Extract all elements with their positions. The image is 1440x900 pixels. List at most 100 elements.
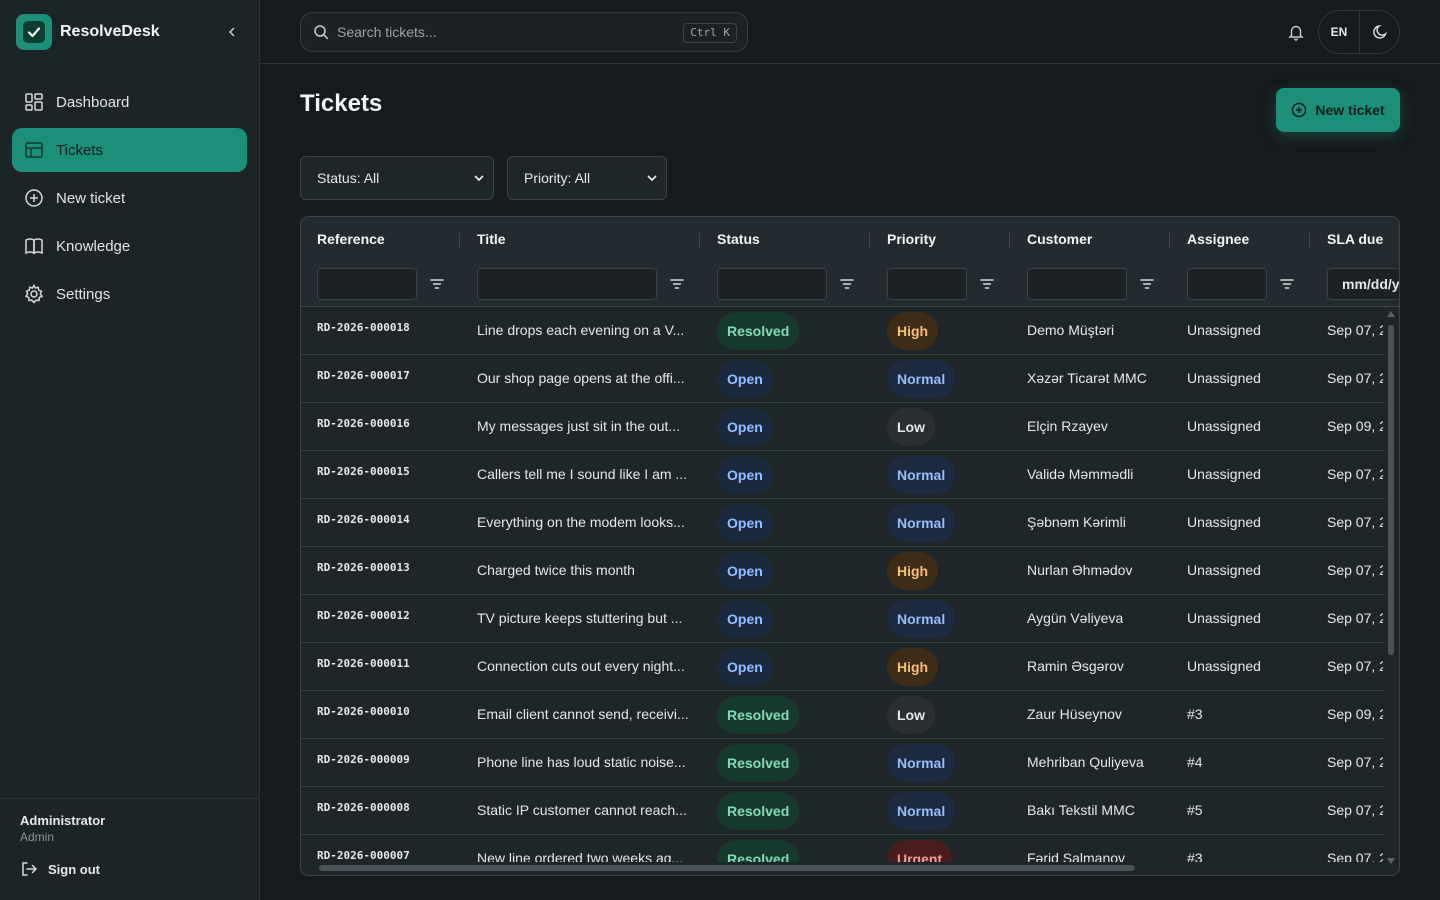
sidebar-item-dashboard[interactable]: Dashboard bbox=[12, 80, 247, 124]
table-row[interactable]: RD-2026-000007 New line ordered two weeks… bbox=[301, 835, 1385, 862]
ticket-title[interactable]: Everything on the modem looks... bbox=[477, 514, 685, 530]
column-header-assignee[interactable]: Assignee bbox=[1187, 231, 1249, 247]
filter-icon[interactable] bbox=[429, 277, 445, 291]
filter-icon[interactable] bbox=[1139, 277, 1155, 291]
column-resizer[interactable] bbox=[869, 233, 870, 249]
table-header: Reference Title Status Priority Customer… bbox=[301, 217, 1399, 307]
column-resizer[interactable] bbox=[1009, 233, 1010, 249]
column-header-customer[interactable]: Customer bbox=[1027, 231, 1092, 247]
filter-icon[interactable] bbox=[1279, 277, 1295, 291]
sidebar-item-knowledge[interactable]: Knowledge bbox=[12, 224, 247, 268]
customer-filter-input[interactable] bbox=[1027, 268, 1127, 300]
ticket-customer: Validə Məmmədli bbox=[1027, 466, 1134, 482]
filter-icon[interactable] bbox=[669, 277, 685, 291]
column-header-reference[interactable]: Reference bbox=[317, 231, 385, 247]
filter-icon[interactable] bbox=[979, 277, 995, 291]
topbar: Ctrl K EN bbox=[260, 0, 1440, 64]
ticket-assignee: Unassigned bbox=[1187, 562, 1261, 578]
ticket-assignee: Unassigned bbox=[1187, 322, 1261, 338]
title-filter-input[interactable] bbox=[477, 268, 657, 300]
theme-toggle-button[interactable] bbox=[1359, 11, 1399, 53]
assignee-filter-input[interactable] bbox=[1187, 268, 1267, 300]
status-badge: Resolved bbox=[717, 312, 800, 350]
search-box[interactable]: Ctrl K bbox=[300, 12, 748, 52]
ticket-reference[interactable]: RD-2026-000012 bbox=[317, 609, 410, 622]
horizontal-scrollbar[interactable] bbox=[301, 861, 1385, 875]
ticket-reference[interactable]: RD-2026-000010 bbox=[317, 705, 410, 718]
ticket-sla-due: Sep 07, 2026 bbox=[1327, 610, 1383, 626]
reference-filter-input[interactable] bbox=[317, 268, 417, 300]
ticket-title[interactable]: My messages just sit in the out... bbox=[477, 418, 680, 434]
table-row[interactable]: RD-2026-000014 Everything on the modem lo… bbox=[301, 499, 1385, 547]
column-header-priority[interactable]: Priority bbox=[887, 231, 936, 247]
sidebar-item-settings[interactable]: Settings bbox=[12, 272, 247, 316]
ticket-reference[interactable]: RD-2026-000014 bbox=[317, 513, 410, 526]
sign-out-button[interactable]: Sign out bbox=[20, 860, 239, 878]
ticket-reference[interactable]: RD-2026-000013 bbox=[317, 561, 410, 574]
ticket-reference[interactable]: RD-2026-000016 bbox=[317, 417, 410, 430]
ticket-reference[interactable]: RD-2026-000018 bbox=[317, 321, 410, 334]
ticket-title[interactable]: Callers tell me I sound like I am ... bbox=[477, 466, 687, 482]
bell-icon bbox=[1288, 25, 1304, 41]
logo-icon bbox=[16, 14, 52, 50]
table-row[interactable]: RD-2026-000011 Connection cuts out every … bbox=[301, 643, 1385, 691]
priority-badge: Normal bbox=[887, 360, 956, 398]
ticket-title[interactable]: Charged twice this month bbox=[477, 562, 635, 578]
ticket-sla-due: Sep 07, 2026 bbox=[1327, 322, 1383, 338]
notifications-button[interactable] bbox=[1276, 10, 1316, 54]
search-input[interactable] bbox=[337, 24, 657, 40]
table-row[interactable]: RD-2026-000008 Static IP customer cannot … bbox=[301, 787, 1385, 835]
status-filter-input[interactable] bbox=[717, 268, 827, 300]
ticket-sla-due: Sep 07, 2026 bbox=[1327, 802, 1383, 818]
app-name: ResolveDesk bbox=[60, 23, 160, 40]
column-header-sla-due[interactable]: SLA due bbox=[1327, 231, 1383, 247]
ticket-title[interactable]: Email client cannot send, receivi... bbox=[477, 706, 689, 722]
priority-badge: Normal bbox=[887, 600, 956, 638]
ticket-title[interactable]: Phone line has loud static noise... bbox=[477, 754, 686, 770]
ticket-reference[interactable]: RD-2026-000009 bbox=[317, 753, 410, 766]
filter-icon[interactable] bbox=[839, 277, 855, 291]
priority-filter-select[interactable]: Priority: All bbox=[507, 156, 667, 200]
sidebar-footer: Administrator Admin Sign out bbox=[0, 798, 259, 900]
ticket-assignee: #3 bbox=[1187, 706, 1203, 722]
ticket-title[interactable]: Connection cuts out every night... bbox=[477, 658, 685, 674]
ticket-title[interactable]: Our shop page opens at the offi... bbox=[477, 370, 685, 386]
new-ticket-button[interactable]: New ticket bbox=[1276, 88, 1400, 132]
priority-filter-input[interactable] bbox=[887, 268, 967, 300]
column-resizer[interactable] bbox=[1169, 233, 1170, 249]
sidebar-item-tickets[interactable]: Tickets bbox=[12, 128, 247, 172]
ticket-sla-due: Sep 07, 2026 bbox=[1327, 370, 1383, 386]
table-row[interactable]: RD-2026-000009 Phone line has loud static… bbox=[301, 739, 1385, 787]
column-header-status[interactable]: Status bbox=[717, 231, 760, 247]
ticket-title[interactable]: Static IP customer cannot reach... bbox=[477, 802, 687, 818]
table-row[interactable]: RD-2026-000010 Email client cannot send, … bbox=[301, 691, 1385, 739]
collapse-sidebar-button[interactable] bbox=[220, 20, 244, 44]
table-row[interactable]: RD-2026-000015 Callers tell me I sound li… bbox=[301, 451, 1385, 499]
vertical-scrollbar[interactable] bbox=[1386, 309, 1396, 864]
ticket-title[interactable]: Line drops each evening on a V... bbox=[477, 322, 684, 338]
language-button[interactable]: EN bbox=[1319, 11, 1359, 53]
vertical-scroll-thumb[interactable] bbox=[1388, 325, 1394, 655]
ticket-assignee: Unassigned bbox=[1187, 658, 1261, 674]
table-row[interactable]: RD-2026-000018 Line drops each evening on… bbox=[301, 307, 1385, 355]
ticket-reference[interactable]: RD-2026-000011 bbox=[317, 657, 410, 670]
horizontal-scroll-thumb[interactable] bbox=[319, 865, 1135, 871]
ticket-reference[interactable]: RD-2026-000017 bbox=[317, 369, 410, 382]
column-resizer[interactable] bbox=[699, 233, 700, 249]
status-badge: Open bbox=[717, 552, 773, 590]
table-row[interactable]: RD-2026-000013 Charged twice this month Op… bbox=[301, 547, 1385, 595]
priority-badge: Normal bbox=[887, 504, 956, 542]
table-row[interactable]: RD-2026-000016 My messages just sit in th… bbox=[301, 403, 1385, 451]
column-resizer[interactable] bbox=[1309, 233, 1310, 249]
ticket-reference[interactable]: RD-2026-000008 bbox=[317, 801, 410, 814]
ticket-customer: Mehriban Quliyeva bbox=[1027, 754, 1144, 770]
column-header-title[interactable]: Title bbox=[477, 231, 506, 247]
sla-date-filter-input[interactable]: mm/dd/yyyy bbox=[1327, 268, 1399, 300]
sidebar-item-new-ticket[interactable]: New ticket bbox=[12, 176, 247, 220]
column-resizer[interactable] bbox=[459, 233, 460, 249]
ticket-reference[interactable]: RD-2026-000015 bbox=[317, 465, 410, 478]
ticket-title[interactable]: TV picture keeps stuttering but ... bbox=[477, 610, 682, 626]
table-row[interactable]: RD-2026-000012 TV picture keeps stutterin… bbox=[301, 595, 1385, 643]
table-row[interactable]: RD-2026-000017 Our shop page opens at the… bbox=[301, 355, 1385, 403]
status-filter-select[interactable]: Status: All bbox=[300, 156, 494, 200]
